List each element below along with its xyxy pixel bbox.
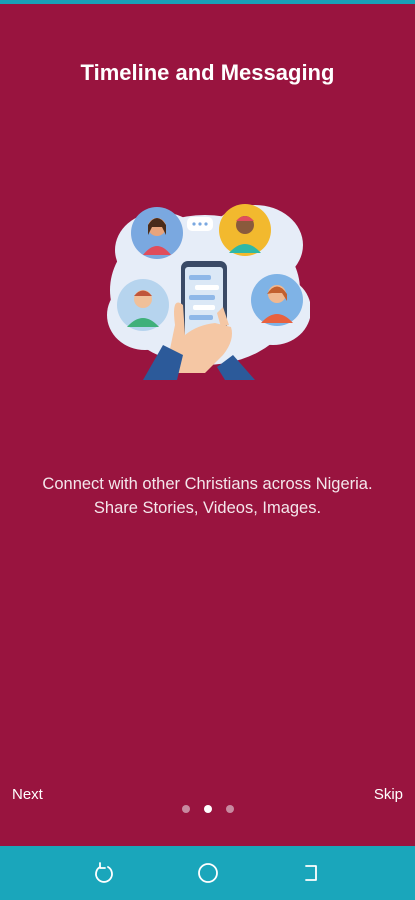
status-strip: [0, 0, 415, 4]
home-icon[interactable]: [195, 860, 221, 886]
caption-line-1: Connect with other Christians across Nig…: [42, 475, 373, 493]
page-indicator: [0, 805, 415, 813]
next-button[interactable]: Next: [12, 786, 43, 803]
system-navigation-bar: [0, 846, 415, 900]
avatar-woman-icon: [131, 207, 183, 259]
back-icon[interactable]: [91, 860, 117, 886]
skip-button[interactable]: Skip: [374, 786, 403, 803]
page-dot-3[interactable]: [225, 805, 234, 813]
onboarding-description: Connect with other Christians across Nig…: [0, 472, 415, 520]
page-dot-2[interactable]: [203, 805, 212, 813]
page-title: Timeline and Messaging: [80, 60, 335, 85]
avatar-man-icon: [219, 204, 271, 256]
caption-line-2: Share Stories, Videos, Images.: [93, 499, 322, 517]
people-messaging-illustration: [105, 195, 311, 380]
recents-icon[interactable]: [298, 860, 324, 886]
avatar-man2-icon: [117, 279, 169, 331]
avatar-woman2-icon: [251, 274, 303, 326]
page-dot-1[interactable]: [181, 805, 190, 813]
